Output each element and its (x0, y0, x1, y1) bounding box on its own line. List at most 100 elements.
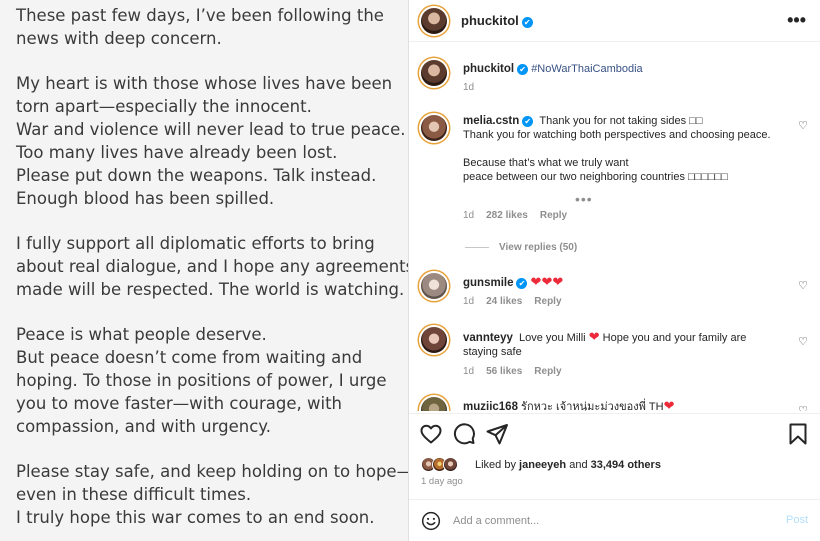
reply-button[interactable]: Reply (540, 210, 567, 221)
comments-panel: phuckitol ✔ ••• phuckitol ✔ #NoWarThaiCamb… (409, 0, 820, 541)
comment-avatar[interactable] (421, 327, 447, 353)
likes-prefix: Liked by (475, 459, 516, 471)
comments-list[interactable]: phuckitol ✔ #NoWarThaiCambodia 1d melia.c… (409, 43, 820, 411)
post-image-paragraph: Peace is what people deserve. But peace d… (16, 323, 401, 438)
post-image-paragraph: Please stay safe, and keep holding on to… (16, 460, 408, 529)
comment-line: staying safe (463, 346, 522, 358)
bookmark-save-icon[interactable] (786, 422, 810, 446)
post-image-line: you to move faster—with courage, with (16, 394, 343, 413)
post-header: phuckitol ✔ ••• (409, 0, 820, 42)
comment-avatar[interactable] (421, 397, 447, 411)
reply-button[interactable]: Reply (534, 296, 561, 307)
comment-line: Thank you for watching both perspectives… (463, 129, 771, 141)
likes-text: Liked by janeeyeh and 33,494 others (475, 459, 661, 471)
comment-like-icon[interactable]: ♡ (798, 404, 808, 411)
verified-badge-icon: ✔ (517, 64, 529, 75)
post-image-line: Please put down the weapons. Talk instea… (16, 166, 377, 185)
comment-time: 1d (463, 210, 475, 221)
comment-text: vannteyy Love you Milli ❤ Hope you and y… (463, 330, 746, 359)
reply-button[interactable]: Reply (534, 366, 561, 377)
author-username-text[interactable]: phuckitol (461, 13, 519, 28)
comment-line: Love you Milli (518, 332, 586, 344)
author-avatar[interactable] (421, 8, 447, 34)
author-username[interactable]: phuckitol ✔ (461, 13, 533, 28)
likes-user-link[interactable]: janeeyeh (519, 459, 566, 471)
view-replies-button[interactable]: View replies (50) (499, 242, 577, 253)
comment-item: muziic168 รักหวะ เจ้าหนุ่มะม่วงของพี่ TH… (409, 395, 820, 411)
post-image-line: news with deep concern. (16, 29, 222, 48)
show-more-ellipsis[interactable]: ••• (575, 191, 593, 207)
comment-username[interactable]: melia.cstn (463, 115, 519, 127)
comment-text: melia.cstn ✔ Thank you for not taking sid… (463, 114, 771, 184)
post-image-line: about real dialogue, and I hope any agre… (16, 257, 408, 276)
likes-count-link[interactable]: 33,494 others (591, 459, 661, 471)
post-image-paragraph: My heart is with those whose lives have … (16, 72, 406, 210)
replies-divider (465, 247, 489, 248)
comment-likes[interactable]: 24 likes (486, 296, 522, 307)
comment-meta: 1d 56 likes Reply (463, 366, 574, 377)
post-comment-button[interactable]: Post (786, 514, 808, 526)
post-image-line: Peace is what people deserve. (16, 325, 267, 344)
post-image-paragraph: These past few days, I’ve been following… (16, 4, 401, 50)
comment-avatar[interactable] (421, 273, 447, 299)
comment-like-icon[interactable]: ♡ (798, 279, 808, 292)
add-comment-input[interactable] (453, 512, 753, 530)
comment-like-icon[interactable]: ♡ (798, 119, 808, 132)
add-comment-bar: Post (409, 499, 820, 541)
post-image-line: compassion, and with urgency. (16, 417, 271, 436)
post-image-line: Please stay safe, and keep holding on to… (16, 462, 408, 481)
comment-line: peace between our two neighboring countr… (463, 171, 728, 183)
comment-like-icon[interactable]: ♡ (798, 335, 808, 348)
post-image-line: I fully support all diplomatic efforts t… (16, 234, 375, 253)
post-image-line: Too many lives have already been lost. (16, 143, 338, 162)
post-image-line: My heart is with those whose lives have … (16, 74, 393, 93)
liker-avatar[interactable] (443, 457, 458, 472)
post-image: These past few days, I’ve been following… (0, 0, 408, 541)
comment-likes[interactable]: 56 likes (486, 366, 522, 377)
comment-likes[interactable]: 282 likes (486, 210, 528, 221)
comment-line: Thank you for not taking sides □□ (539, 115, 703, 127)
comment-username[interactable]: gunsmile (463, 277, 513, 289)
verified-badge-icon: ✔ (516, 278, 528, 289)
post-image-paragraph: I fully support all diplomatic efforts t… (16, 232, 408, 301)
comment-time: 1d (463, 296, 475, 307)
comment-line: Because that’s what we truly want (463, 157, 629, 169)
post-image-line: even in these difficult times. (16, 485, 252, 504)
verified-badge-icon: ✔ (522, 116, 534, 127)
emoji-smile-icon[interactable] (421, 511, 441, 531)
comment-text: muziic168 รักหวะ เจ้าหนุ่มะม่วงของพี่ TH… (463, 399, 675, 412)
comment-line: Hope you and your family are (602, 332, 747, 344)
post-image-line: made will be respected. The world is wat… (16, 280, 405, 299)
likes-and: and (569, 459, 588, 471)
post-image-line: torn apart—especially the innocent. (16, 97, 312, 116)
comment-blank-line (463, 142, 771, 156)
comment-item: vannteyy Love you Milli ❤ Hope you and y… (409, 325, 820, 385)
more-options-icon[interactable]: ••• (787, 10, 806, 31)
caption-avatar[interactable] (421, 60, 447, 86)
comment-username[interactable]: vannteyy (463, 332, 513, 344)
heart-emoji: ❤❤❤ (530, 274, 564, 289)
comment-avatar[interactable] (421, 115, 447, 141)
caption-username[interactable]: phuckitol (463, 63, 514, 75)
comment-time: 1d (463, 366, 475, 377)
post-image-line: But peace doesn’t come from waiting and (16, 348, 363, 367)
caption-hashtag[interactable]: #NoWarThaiCambodia (531, 63, 642, 75)
comment-text: gunsmile ✔ ❤❤❤ (463, 275, 563, 290)
post-image-line: hoping. To those in positions of power, … (16, 371, 387, 390)
post-image-line: I truly hope this war comes to an end so… (16, 508, 375, 527)
post-image-line: These past few days, I’ve been following… (16, 6, 384, 25)
comment-meta: 1d 282 likes Reply (463, 210, 579, 221)
comment-line: รักหวะ เจ้าหนุ่มะม่วงของพี่ TH (521, 401, 664, 411)
post-image-line: Enough blood has been spilled. (16, 189, 275, 208)
caption-time: 1d (463, 82, 475, 93)
comment-bubble-icon[interactable] (452, 422, 476, 446)
like-heart-icon[interactable] (419, 422, 443, 446)
heart-emoji: ❤ (588, 329, 600, 344)
comment-username[interactable]: muziic168 (463, 401, 518, 411)
caption-row: phuckitol ✔ #NoWarThaiCambodia 1d (409, 55, 820, 95)
comment-meta: 1d 24 likes Reply (463, 296, 574, 307)
likes-summary: Liked by janeeyeh and 33,494 others (421, 456, 816, 474)
share-send-icon[interactable] (485, 422, 509, 446)
post-image-text: These past few days, I’ve been following… (16, 4, 408, 541)
post-timestamp[interactable]: 1 day ago (421, 476, 463, 487)
